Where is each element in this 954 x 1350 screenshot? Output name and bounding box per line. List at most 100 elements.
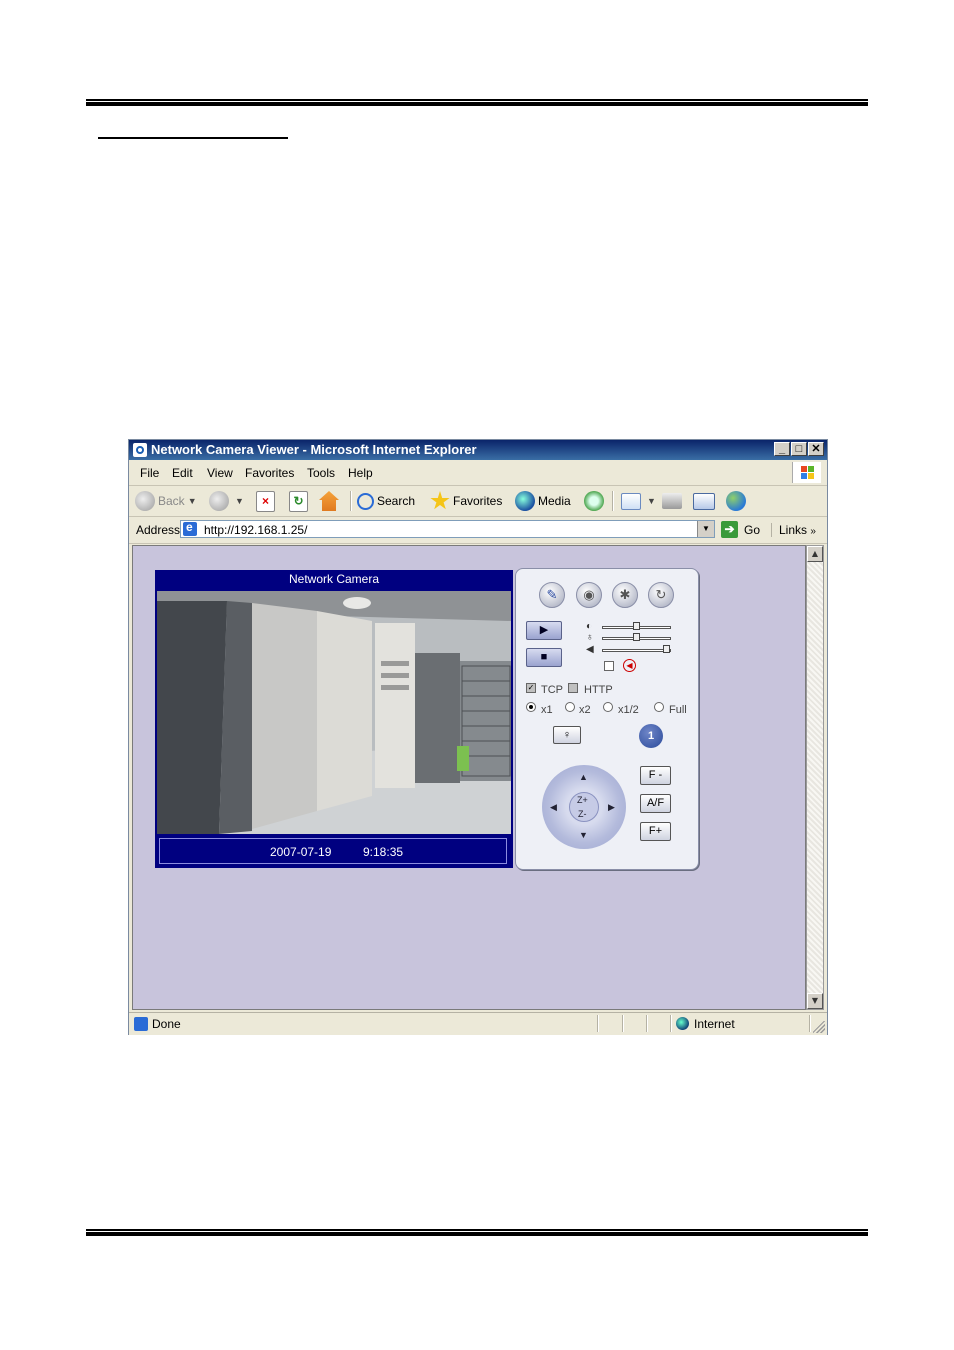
- brightness-thumb[interactable]: [633, 622, 640, 630]
- size-half-radio[interactable]: [603, 702, 613, 712]
- top-rule-thick: [86, 102, 868, 106]
- go-arrow-icon: ➔: [721, 521, 738, 538]
- menu-edit[interactable]: Edit: [172, 466, 193, 480]
- tilt-up-icon[interactable]: ▲: [579, 772, 588, 782]
- size-x1-radio[interactable]: [526, 702, 536, 712]
- home-icon: [319, 491, 339, 511]
- print-button[interactable]: [662, 490, 685, 512]
- go-button[interactable]: ➔ Go: [721, 521, 760, 538]
- light-button[interactable]: ♀: [553, 726, 581, 744]
- favorites-label: Favorites: [453, 494, 503, 508]
- links-button[interactable]: Links »: [771, 523, 816, 537]
- media-label: Media: [538, 494, 571, 508]
- title-bar[interactable]: Network Camera Viewer - Microsoft Intern…: [129, 440, 827, 460]
- back-dropdown-icon[interactable]: ▼: [188, 496, 197, 506]
- size-x2-radio[interactable]: [565, 702, 575, 712]
- tilt-down-icon[interactable]: ▼: [579, 830, 588, 840]
- back-button[interactable]: Back ▼: [135, 490, 197, 512]
- close-button[interactable]: ✕: [808, 442, 824, 456]
- media-button[interactable]: Media: [515, 490, 571, 512]
- status-text: Done: [152, 1017, 181, 1031]
- channel-badge[interactable]: 1: [639, 724, 663, 748]
- play-button[interactable]: ▶: [526, 621, 562, 640]
- ptz-control-pad[interactable]: ▲ ▼ ◀ ▶ Z+ Z-: [542, 765, 626, 849]
- focus-minus-button[interactable]: F -: [640, 766, 671, 785]
- status-bar: Done Internet: [129, 1012, 827, 1035]
- ie-logo-icon: [133, 443, 147, 457]
- refresh-view-button[interactable]: ↻: [648, 582, 674, 608]
- camera-viewer: Network Camera 2007-07-19 9:18:35: [155, 570, 513, 868]
- mail-dropdown-icon[interactable]: ▼: [647, 496, 656, 506]
- menu-tools[interactable]: Tools: [307, 466, 335, 480]
- http-label: HTTP: [584, 684, 613, 696]
- windows-logo-icon: [792, 462, 821, 483]
- edit-page-icon: [693, 492, 715, 510]
- pan-right-icon[interactable]: ▶: [608, 802, 615, 813]
- address-url[interactable]: http://192.168.1.25/: [204, 523, 307, 537]
- forward-arrow-icon: [209, 491, 229, 511]
- contrast-slider[interactable]: [602, 633, 671, 641]
- window-title: Network Camera Viewer - Microsoft Intern…: [151, 442, 477, 457]
- menu-favorites[interactable]: Favorites: [245, 466, 294, 480]
- scroll-up-button[interactable]: ▲: [807, 546, 823, 562]
- address-dropdown-icon[interactable]: ▼: [697, 521, 714, 537]
- camera-icon: ◉: [583, 587, 595, 602]
- channel-number: 1: [647, 730, 655, 742]
- address-input[interactable]: http://192.168.1.25/ ▼: [180, 520, 715, 538]
- scroll-down-button[interactable]: ▼: [807, 993, 823, 1009]
- zoom-out-button[interactable]: Z-: [578, 809, 587, 819]
- contrast-thumb[interactable]: [633, 633, 640, 641]
- forward-dropdown-icon[interactable]: ▼: [235, 496, 244, 506]
- bottom-rule-thick: [86, 1232, 868, 1236]
- menu-help[interactable]: Help: [348, 466, 373, 480]
- links-label: Links: [779, 523, 808, 537]
- video-feed[interactable]: [157, 591, 511, 834]
- vertical-scrollbar[interactable]: ▲ ▼: [806, 545, 824, 1010]
- minimize-button[interactable]: _: [774, 442, 790, 456]
- tcp-checkbox[interactable]: ✓: [526, 683, 536, 693]
- address-label: Address: [136, 523, 181, 537]
- zoom-in-button[interactable]: Z+: [577, 795, 588, 805]
- heading-underline: [98, 137, 288, 139]
- play-icon: ▶: [539, 624, 549, 636]
- mail-button[interactable]: ▼: [621, 490, 656, 512]
- zoom-hub: Z+ Z-: [569, 792, 599, 822]
- wrench-icon: ✎: [546, 587, 558, 602]
- home-button[interactable]: [319, 490, 342, 512]
- search-label: Search: [377, 494, 416, 508]
- search-icon: [357, 492, 374, 510]
- resize-grip[interactable]: [813, 1021, 825, 1033]
- forward-button[interactable]: ▼: [209, 490, 244, 512]
- pan-left-icon[interactable]: ◀: [550, 802, 557, 813]
- focus-plus-button[interactable]: F+: [640, 822, 671, 841]
- brightness-slider[interactable]: [602, 622, 671, 630]
- volume-slider[interactable]: [602, 645, 671, 653]
- status-divider: [622, 1015, 624, 1032]
- menu-file[interactable]: File: [140, 466, 159, 480]
- record-button[interactable]: ✱: [612, 582, 638, 608]
- stop-video-button[interactable]: ■: [526, 648, 562, 667]
- setup-button[interactable]: ✎: [539, 582, 565, 608]
- history-button[interactable]: [584, 490, 607, 512]
- stop-icon: ×: [256, 490, 275, 512]
- menu-view[interactable]: View: [207, 466, 233, 480]
- edit-button[interactable]: [693, 490, 718, 512]
- status-divider: [597, 1015, 599, 1032]
- bottom-rule-thin: [86, 1229, 868, 1231]
- mute-checkbox[interactable]: [604, 661, 614, 671]
- volume-thumb[interactable]: [663, 645, 670, 653]
- favorites-button[interactable]: Favorites: [430, 490, 502, 512]
- autofocus-button[interactable]: A/F: [640, 794, 671, 813]
- snapshot-button[interactable]: ◉: [576, 582, 602, 608]
- size-full-radio[interactable]: [654, 702, 664, 712]
- search-button[interactable]: Search: [357, 490, 415, 512]
- mute-icon: ◀: [623, 659, 636, 672]
- maximize-button[interactable]: □: [791, 442, 807, 456]
- messenger-icon: [726, 491, 746, 511]
- messenger-button[interactable]: [726, 490, 749, 512]
- rotate-icon: ↻: [655, 587, 667, 602]
- refresh-button[interactable]: ↻: [289, 490, 311, 512]
- viewer-date: 2007-07-19: [270, 845, 332, 859]
- http-checkbox[interactable]: [568, 683, 578, 693]
- stop-button[interactable]: ×: [256, 490, 278, 512]
